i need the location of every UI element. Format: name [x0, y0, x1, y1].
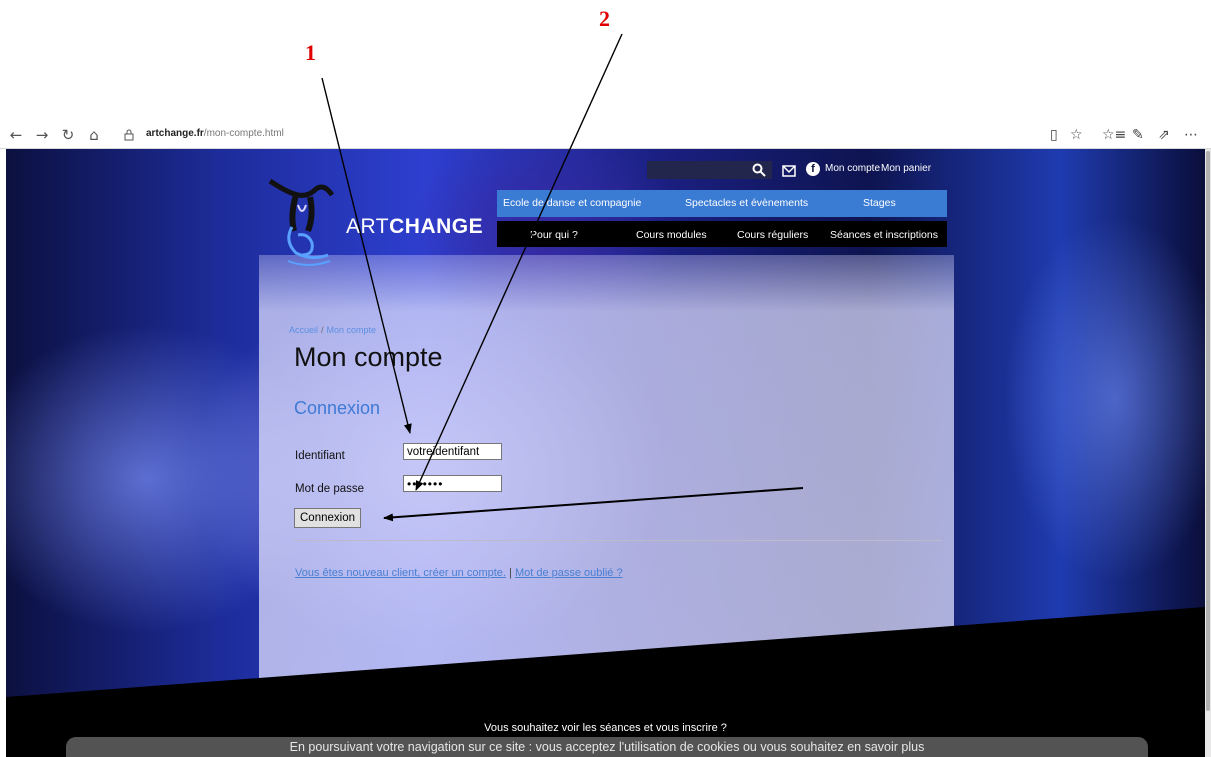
menu-item-cours-modules[interactable]: Cours modules	[636, 229, 707, 241]
page-title: Mon compte	[294, 342, 443, 372]
home-icon[interactable]: ⌂	[84, 126, 104, 144]
menu-item-pour-qui[interactable]: Pour qui ?	[530, 229, 578, 241]
menu-item-stages[interactable]: Stages	[863, 197, 896, 209]
favorites-list-icon[interactable]: ☆≡	[1102, 126, 1126, 144]
share-icon[interactable]: ⇗	[1158, 126, 1170, 144]
password-input[interactable]: •••••••	[403, 475, 502, 492]
logo-text[interactable]: ARTCHANGE	[346, 215, 483, 239]
breadcrumb: Accueil / Mon compte	[289, 325, 376, 335]
site-search-input[interactable]	[647, 161, 772, 179]
sub-menu: Pour qui ? Cours modules Cours réguliers…	[497, 221, 947, 247]
address-url: artchange.fr/mon-compte.html	[146, 128, 284, 139]
lock-icon	[124, 126, 140, 144]
main-menu: Ecole de danse et compagnie Spectacles e…	[497, 190, 947, 217]
back-arrow-icon[interactable]: ←	[6, 126, 26, 144]
breadcrumb-current: Mon compte	[326, 325, 377, 335]
reading-view-icon[interactable]: ▯	[1050, 126, 1058, 144]
more-menu-icon[interactable]: ⋯	[1184, 126, 1198, 144]
account-link[interactable]: Mon compte	[825, 163, 880, 174]
annotation-label-2: 2	[599, 6, 610, 31]
cookie-banner[interactable]: En poursuivant votre navigation sur ce s…	[66, 737, 1148, 757]
search-icon[interactable]	[752, 159, 766, 181]
facebook-icon[interactable]: f	[806, 162, 820, 176]
account-links: Vous êtes nouveau client, créer un compt…	[295, 567, 623, 579]
create-account-link[interactable]: Vous êtes nouveau client, créer un compt…	[295, 567, 506, 579]
forward-arrow-icon[interactable]: →	[32, 126, 52, 144]
divider	[294, 540, 942, 541]
menu-item-seances[interactable]: Séances et inscriptions	[830, 229, 938, 241]
password-label: Mot de passe	[295, 483, 365, 495]
breadcrumb-home-link[interactable]: Accueil	[289, 325, 318, 335]
refresh-icon[interactable]: ↻	[58, 126, 78, 144]
menu-item-spectacles[interactable]: Spectacles et évènements	[685, 197, 808, 209]
links-separator: |	[509, 567, 512, 579]
notes-pen-icon[interactable]: ✎	[1132, 126, 1144, 144]
cart-link[interactable]: Mon panier	[881, 163, 931, 174]
address-bar[interactable]: artchange.fr/mon-compte.html	[124, 126, 1024, 144]
section-title: Connexion	[294, 398, 381, 418]
annotation-label-1: 1	[305, 40, 316, 65]
vertical-scrollbar[interactable]	[1205, 149, 1211, 757]
menu-item-ecole[interactable]: Ecole de danse et compagnie	[503, 197, 641, 209]
browser-toolbar: ← → ↻ ⌂ artchange.fr/mon-compte.html ▯ ☆…	[0, 123, 1211, 149]
logo-dancer-icon[interactable]	[268, 175, 348, 267]
username-input[interactable]: votreidentifant	[403, 443, 502, 460]
menu-item-cours-reguliers[interactable]: Cours réguliers	[737, 229, 808, 241]
forgot-password-link[interactable]: Mot de passe oublié ?	[515, 567, 623, 579]
username-label: Identifiant	[295, 450, 345, 462]
mail-icon[interactable]	[782, 161, 796, 182]
breadcrumb-separator: /	[321, 325, 324, 335]
favorite-star-icon[interactable]: ☆	[1070, 126, 1083, 144]
login-button[interactable]: Connexion	[294, 508, 361, 528]
seances-promo-text[interactable]: Vous souhaitez voir les séances et vous …	[6, 722, 1205, 734]
scrollbar-thumb[interactable]	[1206, 151, 1210, 711]
page-viewport: f Mon compte Mon panier ARTCHANGE Ecole …	[6, 149, 1205, 757]
